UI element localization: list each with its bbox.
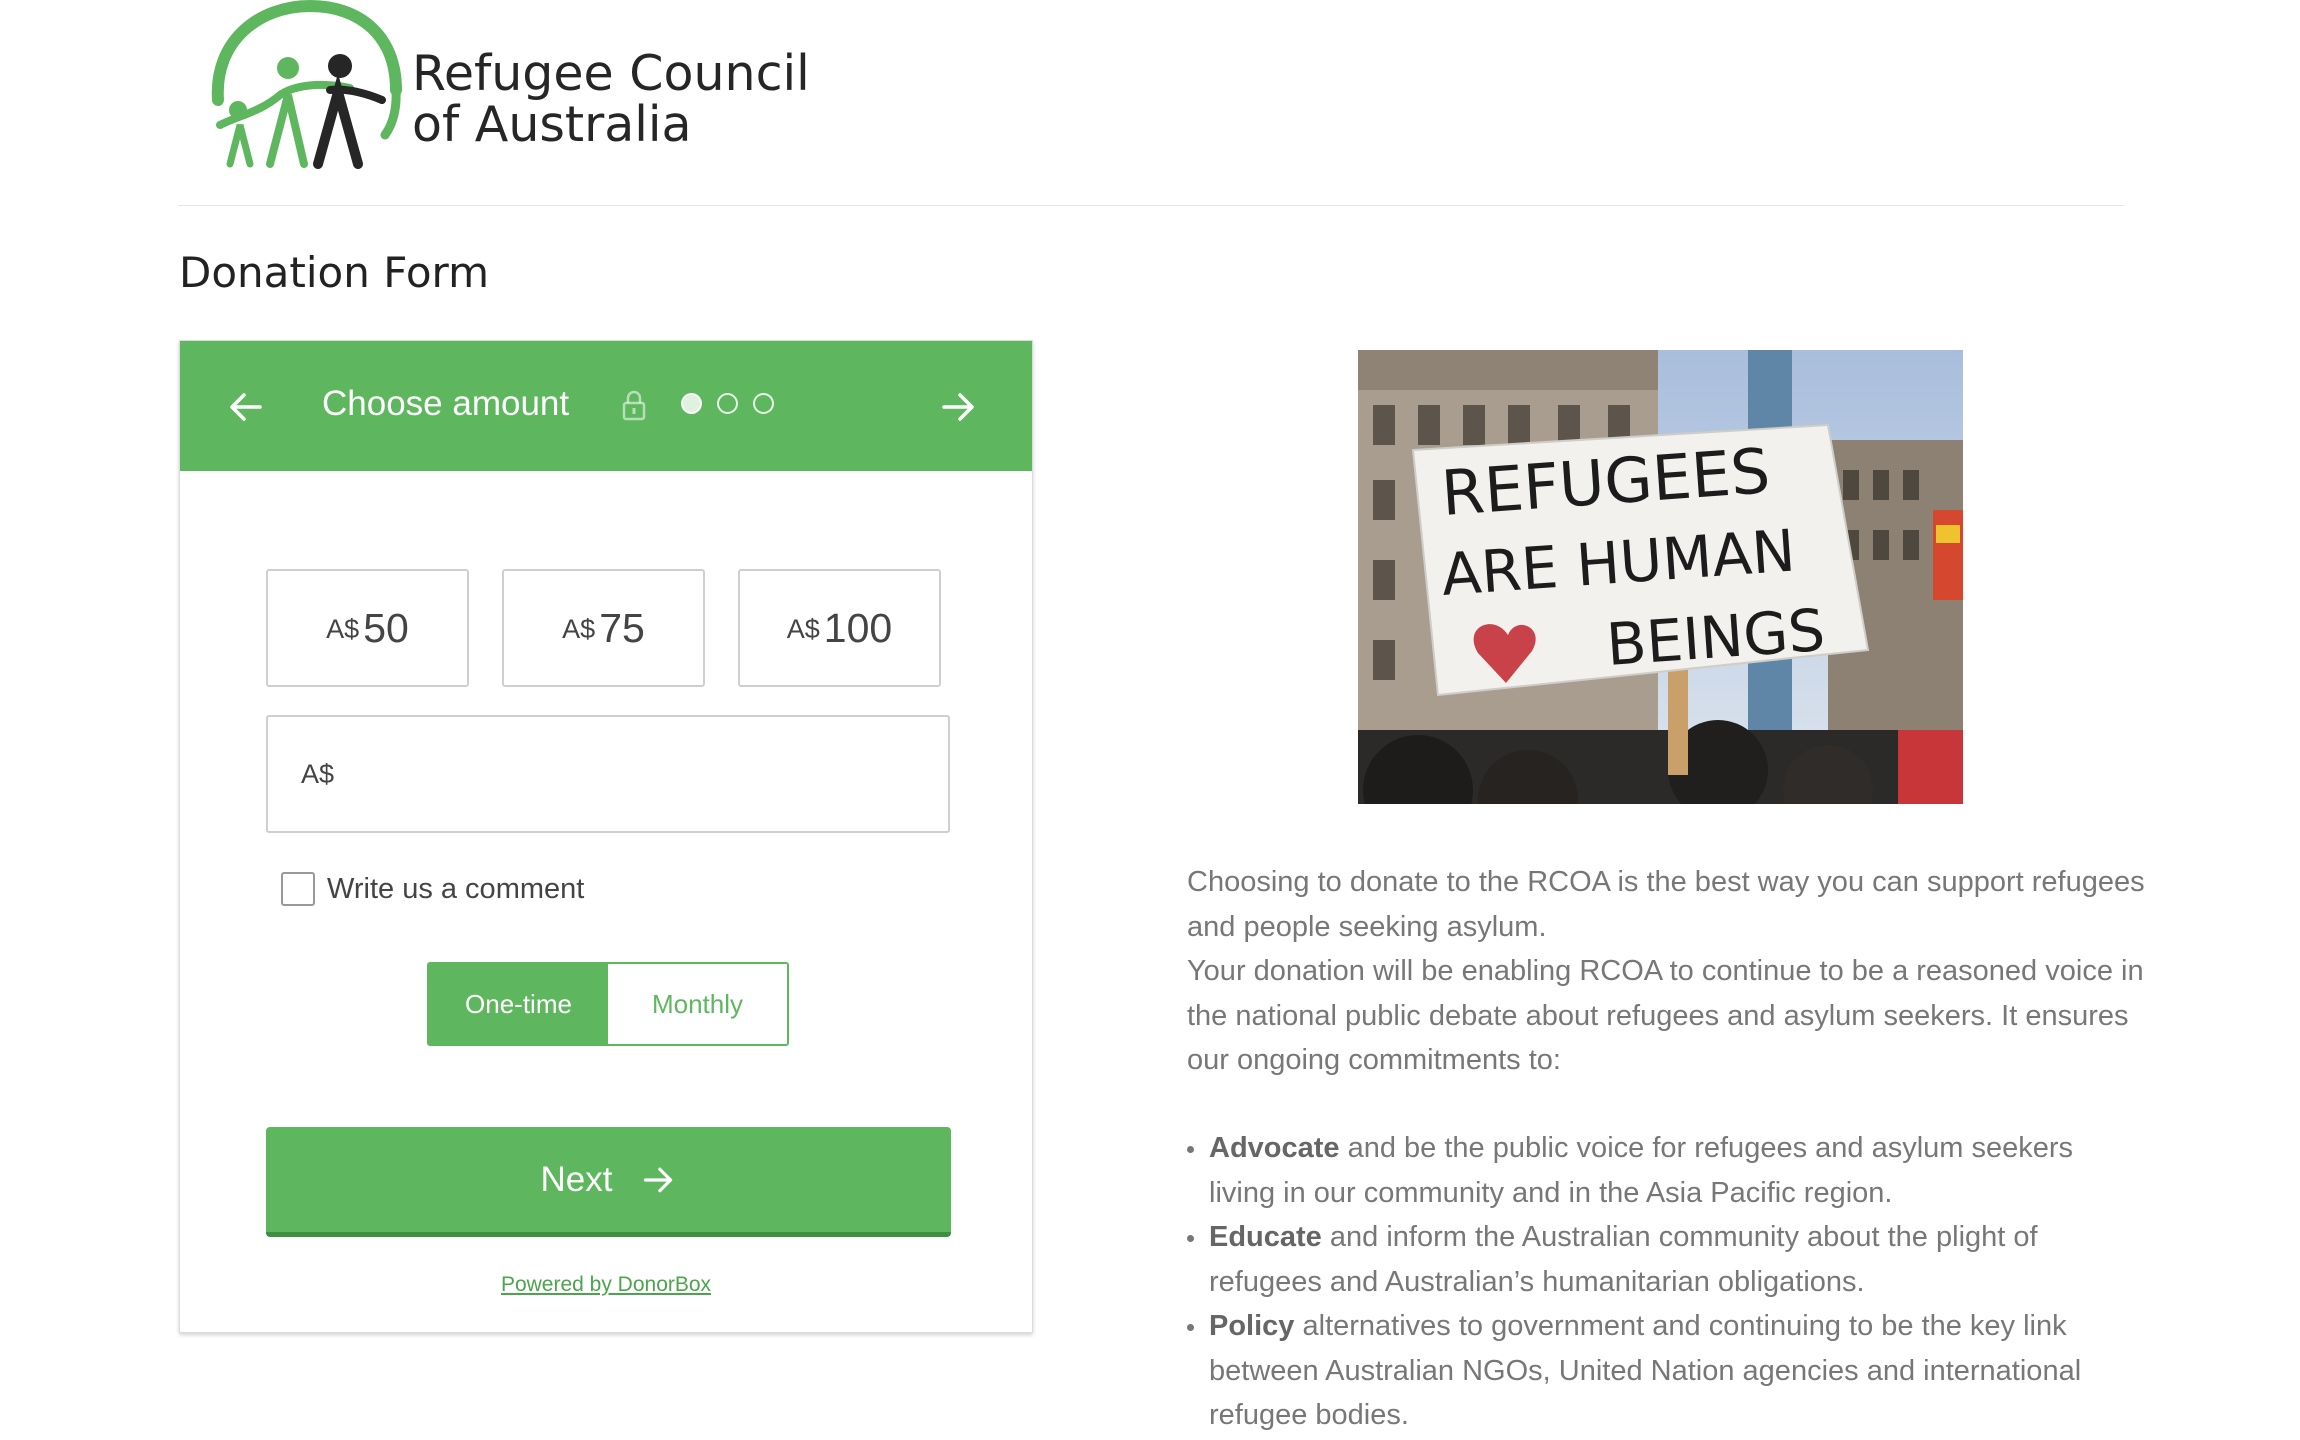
amount-value: 75 bbox=[599, 604, 645, 651]
widget-header: Choose amount bbox=[180, 341, 1032, 471]
amount-value: 100 bbox=[823, 604, 893, 651]
logo-line-2: of Australia bbox=[412, 96, 692, 153]
donation-description: Choosing to donate to the RCOA is the be… bbox=[1187, 860, 2147, 1083]
commitment-term: Educate bbox=[1209, 1221, 1322, 1253]
commitment-text: and inform the Australian community abou… bbox=[1209, 1221, 2038, 1298]
commitment-item-educate: Educate and inform the Australian commun… bbox=[1187, 1215, 2147, 1304]
page: Refugee Council of Australia Donation Fo… bbox=[0, 0, 2300, 1440]
description-paragraph-1: Choosing to donate to the RCOA is the be… bbox=[1187, 866, 2145, 943]
arrow-left-icon[interactable] bbox=[226, 387, 266, 427]
logo-line-1: Refugee Council bbox=[412, 45, 810, 102]
amount-option-75[interactable]: A$ 75 bbox=[502, 569, 705, 687]
arrow-right-icon[interactable] bbox=[938, 387, 978, 427]
frequency-one-time[interactable]: One-time bbox=[429, 964, 608, 1044]
family-logo-icon bbox=[211, 0, 402, 169]
step-dot-3 bbox=[753, 393, 774, 414]
amount-option-50[interactable]: A$ 50 bbox=[266, 569, 469, 687]
comment-option[interactable]: Write us a comment bbox=[281, 869, 584, 909]
step-title: Choose amount bbox=[322, 384, 570, 423]
next-button[interactable]: Next bbox=[266, 1127, 951, 1237]
description-paragraph-2: Your donation will be enabling RCOA to c… bbox=[1187, 955, 2144, 1076]
comment-checkbox[interactable] bbox=[281, 872, 315, 906]
lock-icon bbox=[621, 389, 647, 421]
commitments-list: Advocate and be the public voice for ref… bbox=[1187, 1126, 2147, 1438]
commitment-text: and be the public voice for refugees and… bbox=[1209, 1132, 2074, 1209]
commitment-item-policy: Policy alternatives to government and co… bbox=[1187, 1304, 2147, 1438]
amount-currency: A$ bbox=[326, 613, 360, 644]
arrow-right-icon bbox=[644, 1167, 673, 1192]
commitment-text: alternatives to government and continuin… bbox=[1209, 1310, 2082, 1431]
step-dot-1 bbox=[681, 393, 702, 414]
next-button-label: Next bbox=[540, 1159, 613, 1199]
powered-by-link[interactable]: Powered by DonorBox bbox=[180, 1273, 1032, 1297]
rcoa-logo[interactable]: Refugee Council of Australia bbox=[200, 0, 820, 175]
amount-value: 50 bbox=[363, 604, 409, 651]
amount-currency: A$ bbox=[786, 613, 820, 644]
commitment-term: Advocate bbox=[1209, 1132, 1340, 1164]
commitment-item-advocate: Advocate and be the public voice for ref… bbox=[1187, 1126, 2147, 1215]
donation-widget: Choose amount A$ 50 A$ 75 A$ 100 A$ Writ… bbox=[179, 340, 1033, 1333]
step-indicator bbox=[681, 393, 774, 419]
amount-currency: A$ bbox=[562, 613, 596, 644]
frequency-monthly[interactable]: Monthly bbox=[608, 964, 787, 1044]
frequency-toggle: One-time Monthly bbox=[427, 962, 789, 1046]
amount-option-100[interactable]: A$ 100 bbox=[738, 569, 941, 687]
custom-amount-currency: A$ bbox=[301, 759, 335, 789]
comment-label[interactable]: Write us a comment bbox=[327, 873, 584, 906]
protest-sign-photo: REFUGEES ARE HUMAN BEINGS bbox=[1358, 350, 1963, 804]
commitment-term: Policy bbox=[1209, 1310, 1295, 1342]
custom-amount-input[interactable] bbox=[348, 737, 932, 815]
step-dot-2 bbox=[717, 393, 738, 414]
page-title: Donation Form bbox=[179, 248, 489, 297]
custom-amount-field[interactable]: A$ bbox=[266, 715, 950, 833]
logo-text: Refugee Council of Australia bbox=[412, 48, 810, 150]
header-divider bbox=[178, 205, 2124, 206]
